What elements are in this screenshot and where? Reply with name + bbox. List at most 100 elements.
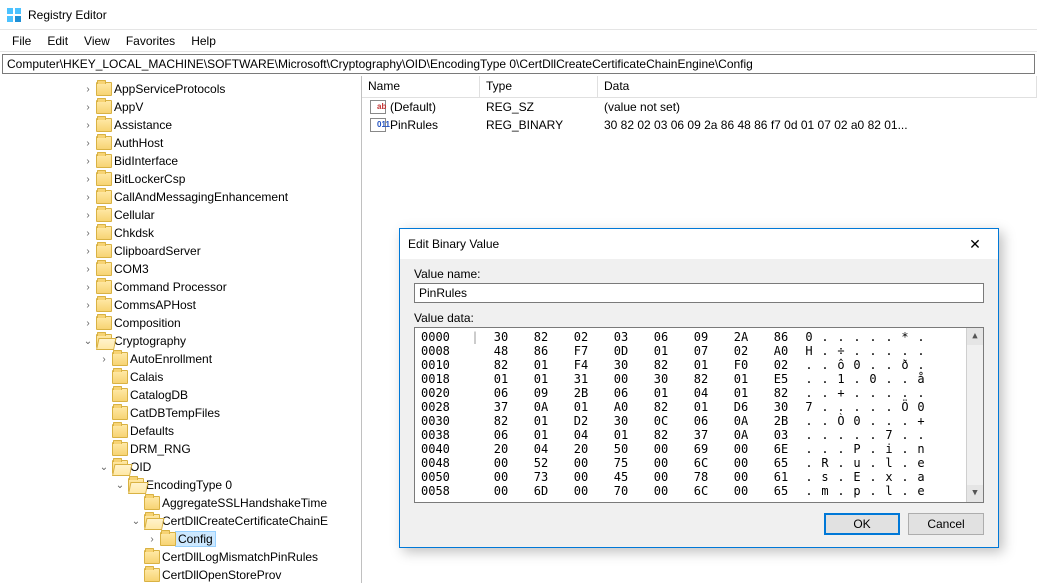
- scroll-up-icon[interactable]: ▲: [967, 328, 983, 345]
- tree-item[interactable]: .....›Assistance: [0, 116, 361, 134]
- tree-item[interactable]: .....›Composition: [0, 314, 361, 332]
- value-data: 30 82 02 03 06 09 2a 86 48 86 f7 0d 01 0…: [598, 118, 1037, 132]
- chevron-right-icon[interactable]: ›: [80, 300, 96, 311]
- scroll-down-icon[interactable]: ▼: [967, 485, 983, 502]
- hex-bytes[interactable]: 00520075006C0065: [481, 456, 801, 470]
- hex-line[interactable]: 0030 8201D2300C060A2B..Ò0...+: [421, 414, 966, 428]
- tree-item[interactable]: ......>CatDBTempFiles: [0, 404, 361, 422]
- col-header-type[interactable]: Type: [480, 76, 598, 97]
- ok-button[interactable]: OK: [824, 513, 900, 535]
- hex-bytes[interactable]: 370A01A08201D630: [481, 400, 801, 414]
- folder-icon: [112, 406, 128, 420]
- hex-editor[interactable]: 0000|3082020306092A860.....*.0008 4886F7…: [414, 327, 984, 503]
- folder-icon: [112, 388, 128, 402]
- cancel-button[interactable]: Cancel: [908, 513, 984, 535]
- tree-item[interactable]: ......>CatalogDB: [0, 386, 361, 404]
- hex-line[interactable]: 0048 00520075006C0065.R.u.l.e: [421, 456, 966, 470]
- list-row[interactable]: ab(Default)REG_SZ(value not set): [362, 98, 1037, 116]
- col-header-data[interactable]: Data: [598, 76, 1037, 97]
- tree-item[interactable]: .....›ClipboardServer: [0, 242, 361, 260]
- tree-item[interactable]: .......⌄EncodingType 0: [0, 476, 361, 494]
- hex-line[interactable]: 0018 01013100308201E5..1.0..å: [421, 372, 966, 386]
- list-row[interactable]: 011PinRulesREG_BINARY30 82 02 03 06 09 2…: [362, 116, 1037, 134]
- chevron-down-icon[interactable]: ⌄: [112, 480, 128, 491]
- chevron-right-icon[interactable]: ›: [80, 120, 96, 131]
- tree-item[interactable]: ......›AutoEnrollment: [0, 350, 361, 368]
- col-header-name[interactable]: Name: [362, 76, 480, 97]
- hex-line[interactable]: 0028 370A01A08201D6307.....Ö0: [421, 400, 966, 414]
- tree-item[interactable]: ........⌄CertDllCreateCertificateChainE: [0, 512, 361, 530]
- chevron-right-icon[interactable]: ›: [96, 354, 112, 365]
- tree-item[interactable]: .........›Config: [0, 530, 361, 548]
- hex-line[interactable]: 0020 06092B0601040182..+.....: [421, 386, 966, 400]
- hex-scrollbar[interactable]: ▲ ▼: [966, 328, 983, 502]
- hex-bytes[interactable]: 006D0070006C0065: [481, 484, 801, 498]
- chevron-right-icon[interactable]: ›: [80, 174, 96, 185]
- hex-ascii: .R.u.l.e: [801, 456, 966, 470]
- tree-item[interactable]: .....⌄Cryptography: [0, 332, 361, 350]
- tree-item[interactable]: .....›BitLockerCsp: [0, 170, 361, 188]
- hex-bytes[interactable]: 200420500069006E: [481, 442, 801, 456]
- tree-item[interactable]: ......⌄OID: [0, 458, 361, 476]
- tree-item[interactable]: ........>CertDllOpenStoreProv: [0, 566, 361, 583]
- hex-bytes[interactable]: 3082020306092A86: [481, 330, 801, 344]
- hex-bytes[interactable]: 01013100308201E5: [481, 372, 801, 386]
- tree-item[interactable]: .....›AppServiceProtocols: [0, 80, 361, 98]
- folder-icon: [96, 280, 112, 294]
- chevron-right-icon[interactable]: ›: [80, 192, 96, 203]
- address-bar[interactable]: Computer\HKEY_LOCAL_MACHINE\SOFTWARE\Mic…: [2, 54, 1035, 74]
- tree-item[interactable]: .....›AuthHost: [0, 134, 361, 152]
- hex-bytes[interactable]: 8201D2300C060A2B: [481, 414, 801, 428]
- chevron-right-icon[interactable]: ›: [80, 138, 96, 149]
- hex-line[interactable]: 0050 0073004500780061.s.E.x.a: [421, 470, 966, 484]
- chevron-right-icon[interactable]: ›: [80, 84, 96, 95]
- tree-item[interactable]: .....›CallAndMessagingEnhancement: [0, 188, 361, 206]
- chevron-right-icon[interactable]: ›: [80, 102, 96, 113]
- tree-item[interactable]: .....›CommsAPHost: [0, 296, 361, 314]
- chevron-down-icon[interactable]: ⌄: [128, 516, 144, 527]
- chevron-right-icon[interactable]: ›: [80, 246, 96, 257]
- chevron-right-icon[interactable]: ›: [80, 264, 96, 275]
- hex-line[interactable]: 0010 8201F4308201F002..ô0..ð.: [421, 358, 966, 372]
- chevron-down-icon[interactable]: ⌄: [80, 336, 96, 347]
- chevron-right-icon[interactable]: ›: [80, 156, 96, 167]
- tree-item[interactable]: .....›COM3: [0, 260, 361, 278]
- tree-item[interactable]: .....›Command Processor: [0, 278, 361, 296]
- chevron-right-icon[interactable]: ›: [80, 210, 96, 221]
- chevron-right-icon[interactable]: ›: [80, 318, 96, 329]
- hex-line[interactable]: 0058 006D0070006C0065.m.p.l.e: [421, 484, 966, 498]
- menu-help[interactable]: Help: [183, 32, 224, 50]
- tree-item[interactable]: .....›BidInterface: [0, 152, 361, 170]
- chevron-right-icon[interactable]: ›: [144, 534, 160, 545]
- tree-item[interactable]: ......>Calais: [0, 368, 361, 386]
- menu-edit[interactable]: Edit: [39, 32, 76, 50]
- chevron-down-icon[interactable]: ⌄: [96, 462, 112, 473]
- tree-item[interactable]: ......>Defaults: [0, 422, 361, 440]
- hex-bytes[interactable]: 4886F70D010702A0: [481, 344, 801, 358]
- tree-item[interactable]: .....›Chkdsk: [0, 224, 361, 242]
- tree-pane[interactable]: .....›AppServiceProtocols.....›AppV.....…: [0, 76, 362, 583]
- hex-line[interactable]: 0008 4886F70D010702A0H.÷.....: [421, 344, 966, 358]
- tree-item[interactable]: ........>CertDllLogMismatchPinRules: [0, 548, 361, 566]
- menu-view[interactable]: View: [76, 32, 118, 50]
- hex-line[interactable]: 0038 0601040182370A03.....7..: [421, 428, 966, 442]
- hex-line[interactable]: 0000|3082020306092A860.....*.: [421, 330, 966, 344]
- tree-item[interactable]: ........>AggregateSSLHandshakeTime: [0, 494, 361, 512]
- menu-favorites[interactable]: Favorites: [118, 32, 183, 50]
- menu-file[interactable]: File: [4, 32, 39, 50]
- chevron-right-icon[interactable]: ›: [80, 282, 96, 293]
- tree-item-label: CommsAPHost: [114, 298, 196, 312]
- hex-bytes[interactable]: 8201F4308201F002: [481, 358, 801, 372]
- hex-offset: 0010: [421, 358, 469, 372]
- hex-bytes[interactable]: 0073004500780061: [481, 470, 801, 484]
- tree-item-label: AutoEnrollment: [130, 352, 212, 366]
- value-name-input[interactable]: PinRules: [414, 283, 984, 303]
- close-icon[interactable]: ✕: [960, 236, 990, 253]
- chevron-right-icon[interactable]: ›: [80, 228, 96, 239]
- tree-item[interactable]: ......>DRM_RNG: [0, 440, 361, 458]
- hex-bytes[interactable]: 0601040182370A03: [481, 428, 801, 442]
- tree-item[interactable]: .....›AppV: [0, 98, 361, 116]
- hex-line[interactable]: 0040 200420500069006E...P.i.n: [421, 442, 966, 456]
- hex-bytes[interactable]: 06092B0601040182: [481, 386, 801, 400]
- tree-item[interactable]: .....›Cellular: [0, 206, 361, 224]
